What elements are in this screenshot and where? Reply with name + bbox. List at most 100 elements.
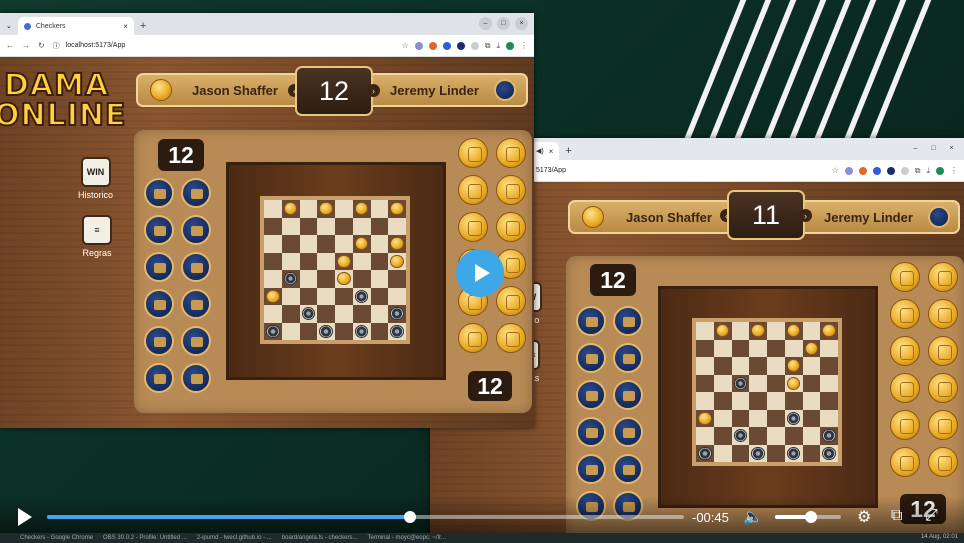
board-square[interactable] (767, 357, 785, 375)
tab-search-icon[interactable]: ⌄ (0, 22, 18, 35)
board-square[interactable] (264, 200, 282, 218)
board-square[interactable] (281, 200, 300, 218)
board-square[interactable] (820, 427, 838, 445)
board-square[interactable] (767, 374, 785, 392)
taskbar-item[interactable]: OBS 30.0.2 - Profile: Untitled ... (103, 535, 187, 541)
board-square[interactable] (335, 322, 353, 340)
board-square[interactable] (388, 322, 406, 340)
board-square[interactable] (731, 322, 750, 340)
navy-piece[interactable] (822, 446, 836, 460)
board-square[interactable] (696, 322, 714, 340)
board-square[interactable] (281, 305, 300, 323)
board-square[interactable] (388, 305, 406, 323)
gold-piece[interactable] (283, 202, 298, 216)
board-square[interactable] (731, 357, 750, 375)
board-square[interactable] (264, 270, 282, 288)
board-square[interactable] (352, 235, 371, 253)
gold-piece[interactable] (786, 359, 801, 373)
board-square[interactable] (335, 287, 353, 305)
navy-piece[interactable] (733, 429, 748, 443)
taskbar-item[interactable]: Terminal - moyc@eopc: ~/fr... (368, 535, 446, 541)
bookmark-star-icon[interactable]: ☆ (402, 41, 409, 50)
popout-icon[interactable]: ⧉ (891, 507, 902, 525)
board-square[interactable] (820, 339, 838, 357)
gold-piece[interactable] (319, 202, 333, 216)
play-overlay-button[interactable] (456, 249, 504, 297)
board-square[interactable] (802, 392, 821, 410)
gold-piece[interactable] (751, 324, 765, 338)
puzzle-icon[interactable]: ⧉ (485, 41, 491, 51)
extension-icon[interactable] (886, 166, 895, 175)
minimize-button[interactable]: – (479, 17, 492, 30)
board-square[interactable] (696, 374, 714, 392)
extension-icon[interactable] (428, 41, 437, 50)
profile-avatar[interactable] (936, 166, 944, 175)
board-square[interactable] (731, 409, 750, 427)
board-square[interactable] (335, 305, 353, 323)
volume-handle[interactable] (805, 511, 818, 523)
board-square[interactable] (370, 235, 389, 253)
url-field[interactable]: ⓘ localhost:5173/App (53, 41, 394, 51)
menu-dots-icon[interactable]: ⋮ (520, 41, 528, 50)
taskbar-item[interactable]: Checkers - Google Chrome (20, 535, 93, 541)
board-square[interactable] (749, 374, 767, 392)
url-field[interactable]: 5173/App (536, 167, 824, 174)
board-square[interactable] (767, 339, 785, 357)
extension-icon[interactable] (900, 166, 909, 175)
board-square[interactable] (264, 287, 282, 305)
board-square[interactable] (749, 427, 767, 445)
board-square[interactable] (352, 252, 371, 270)
navy-piece[interactable] (301, 307, 316, 321)
board-square[interactable] (370, 305, 389, 323)
extension-icon[interactable] (456, 41, 465, 50)
board-square[interactable] (317, 217, 335, 235)
board-square[interactable] (802, 339, 821, 357)
board-square[interactable] (281, 252, 300, 270)
board-square[interactable] (352, 287, 371, 305)
board-square[interactable] (713, 392, 732, 410)
board-square[interactable] (767, 444, 785, 462)
forward-icon[interactable]: → (22, 41, 30, 50)
board-square[interactable] (264, 252, 282, 270)
board-square[interactable] (264, 217, 282, 235)
download-icon[interactable]: ⤓ (496, 41, 500, 51)
board-square[interactable] (388, 287, 406, 305)
board-square[interactable] (696, 357, 714, 375)
board-square[interactable] (352, 305, 371, 323)
board-square[interactable] (370, 217, 389, 235)
history-button[interactable]: WIN Historico (78, 157, 113, 200)
board-square[interactable] (767, 392, 785, 410)
board-square[interactable] (299, 217, 318, 235)
download-icon[interactable]: ⤓ (926, 166, 930, 176)
board-square[interactable] (352, 270, 371, 288)
gold-piece[interactable] (354, 202, 369, 216)
navy-piece[interactable] (354, 289, 369, 303)
board-square[interactable] (713, 339, 732, 357)
gold-piece[interactable] (698, 411, 712, 425)
board-square[interactable] (731, 427, 750, 445)
gold-piece[interactable] (804, 341, 819, 355)
board-square[interactable] (696, 339, 714, 357)
new-tab-button[interactable]: + (559, 145, 577, 160)
navy-piece[interactable] (390, 307, 404, 321)
board-square[interactable] (713, 374, 732, 392)
board-square[interactable] (388, 200, 406, 218)
board-square[interactable] (784, 339, 803, 357)
tab-checkers-right[interactable]: ◀) × (530, 142, 560, 160)
board-square[interactable] (388, 235, 406, 253)
board-square[interactable] (784, 374, 803, 392)
board-square[interactable] (335, 200, 353, 218)
board-square[interactable] (299, 270, 318, 288)
board-square[interactable] (299, 252, 318, 270)
board-square[interactable] (820, 392, 838, 410)
new-tab-button[interactable]: + (134, 20, 152, 35)
settings-gear-icon[interactable]: ⚙ (857, 507, 871, 527)
board-square[interactable] (388, 217, 406, 235)
close-tab-icon[interactable]: × (549, 147, 554, 156)
navy-piece[interactable] (751, 446, 765, 460)
board-square[interactable] (335, 270, 353, 288)
board-square[interactable] (784, 409, 803, 427)
board-square[interactable] (784, 392, 803, 410)
board-square[interactable] (317, 235, 335, 253)
play-icon[interactable] (18, 508, 32, 526)
